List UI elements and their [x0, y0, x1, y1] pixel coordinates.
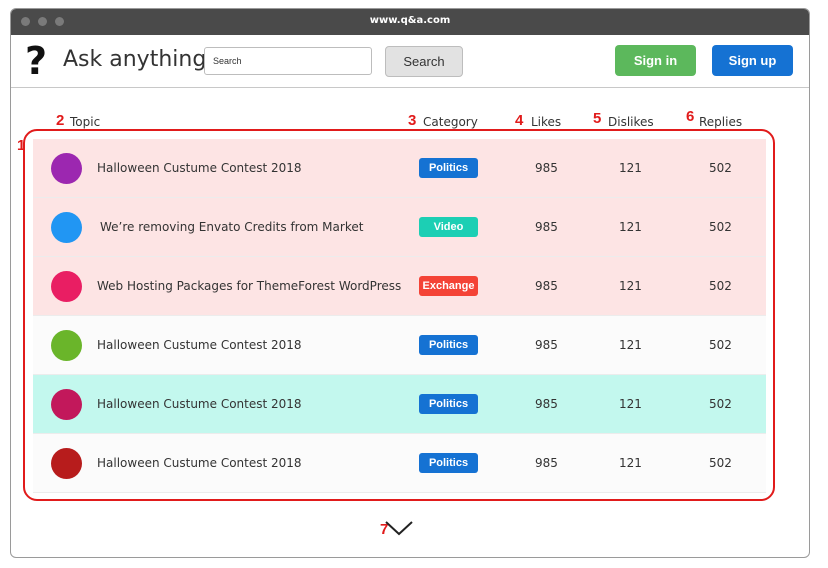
avatar: [51, 330, 82, 361]
likes-count: 985: [535, 279, 558, 293]
dislikes-count: 121: [619, 397, 642, 411]
column-header-replies[interactable]: Replies: [699, 115, 742, 129]
likes-count: 985: [535, 338, 558, 352]
replies-count: 502: [709, 220, 732, 234]
search-button[interactable]: Search: [385, 46, 463, 77]
replies-count: 502: [709, 161, 732, 175]
annotation-4: 4: [515, 112, 524, 129]
avatar: [51, 448, 82, 479]
likes-count: 985: [535, 161, 558, 175]
category-badge[interactable]: Politics: [419, 453, 478, 473]
category-badge[interactable]: Politics: [419, 158, 478, 178]
table-row[interactable]: We’re removing Envato Credits from Marke…: [33, 198, 766, 257]
avatar: [51, 271, 82, 302]
annotation-3: 3: [408, 112, 417, 129]
dislikes-count: 121: [619, 456, 642, 470]
category-badge[interactable]: Politics: [419, 394, 478, 414]
title-bar: www.q&a.com: [11, 9, 809, 35]
topic-title[interactable]: Halloween Custume Contest 2018: [97, 161, 302, 175]
category-badge[interactable]: Politics: [419, 335, 478, 355]
table-row[interactable]: Halloween Custume Contest 2018 Politics …: [33, 434, 766, 493]
replies-count: 502: [709, 456, 732, 470]
site-header: ? Ask anything Search Sign in Sign up: [11, 35, 809, 88]
topic-title[interactable]: Halloween Custume Contest 2018: [97, 456, 302, 470]
topic-title[interactable]: Halloween Custume Contest 2018: [97, 338, 302, 352]
topic-title[interactable]: Web Hosting Packages for ThemeForest Wor…: [97, 279, 401, 293]
avatar: [51, 153, 82, 184]
annotation-2: 2: [56, 112, 65, 129]
table-row[interactable]: Web Hosting Packages for ThemeForest Wor…: [33, 257, 766, 316]
topic-title[interactable]: Halloween Custume Contest 2018: [97, 397, 302, 411]
likes-count: 985: [535, 220, 558, 234]
table-row[interactable]: Halloween Custume Contest 2018 Politics …: [33, 316, 766, 375]
question-logo-icon: ?: [25, 39, 48, 83]
avatar: [51, 389, 82, 420]
likes-count: 985: [535, 397, 558, 411]
chevron-down-icon[interactable]: [384, 519, 414, 537]
avatar: [51, 212, 82, 243]
category-badge[interactable]: Video: [419, 217, 478, 237]
likes-count: 985: [535, 456, 558, 470]
topic-title[interactable]: We’re removing Envato Credits from Marke…: [100, 220, 363, 234]
annotation-5: 5: [593, 110, 602, 127]
replies-count: 502: [709, 279, 732, 293]
dislikes-count: 121: [619, 161, 642, 175]
dislikes-count: 121: [619, 338, 642, 352]
table-row[interactable]: Halloween Custume Contest 2018 Politics …: [33, 375, 766, 434]
replies-count: 502: [709, 338, 732, 352]
sign-in-button[interactable]: Sign in: [615, 45, 696, 76]
topics-list: Halloween Custume Contest 2018 Politics …: [33, 139, 766, 493]
dislikes-count: 121: [619, 279, 642, 293]
column-header-topic[interactable]: Topic: [70, 115, 100, 129]
sign-up-button[interactable]: Sign up: [712, 45, 793, 76]
site-brand: Ask anything: [63, 47, 207, 72]
column-header-category[interactable]: Category: [423, 115, 478, 129]
dislikes-count: 121: [619, 220, 642, 234]
column-header-likes[interactable]: Likes: [531, 115, 561, 129]
url-text: www.q&a.com: [369, 15, 451, 26]
column-header-dislikes[interactable]: Dislikes: [608, 115, 654, 129]
search-input[interactable]: [204, 47, 372, 75]
table-row[interactable]: Halloween Custume Contest 2018 Politics …: [33, 139, 766, 198]
replies-count: 502: [709, 397, 732, 411]
category-badge[interactable]: Exchange: [419, 276, 478, 296]
annotation-6: 6: [686, 108, 695, 125]
